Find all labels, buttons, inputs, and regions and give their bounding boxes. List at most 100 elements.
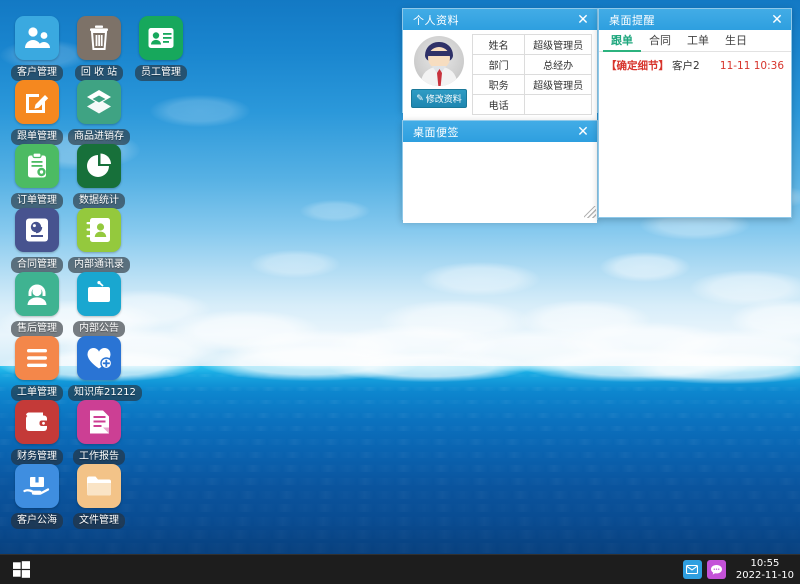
desktop-icon-staff[interactable]: 员工管理	[130, 16, 192, 81]
window-desktop-note[interactable]: 桌面便签 ✕	[402, 120, 598, 220]
chat-bubble-glyph	[710, 564, 723, 576]
desktop-icon-work-report[interactable]: 工作报告	[68, 400, 130, 465]
profile-row-value: 超级管理员	[525, 75, 592, 95]
reminder-item-lead: 【确定细节】	[606, 60, 669, 72]
desktop-icon-after-sales[interactable]: 售后管理	[6, 272, 68, 337]
desktop-icon-inventory[interactable]: 商品进销存	[68, 80, 130, 145]
desktop-icon-work-order[interactable]: 工单管理	[6, 336, 68, 401]
profile-window-title: 个人资料	[413, 12, 575, 28]
customers-icon	[15, 16, 59, 60]
profile-row: 姓名超级管理员	[473, 35, 592, 55]
inventory-icon	[77, 80, 121, 124]
start-button[interactable]	[0, 555, 42, 584]
desktop-icon-label: 文件管理	[73, 513, 125, 529]
avatar	[414, 36, 464, 86]
file-manager-icon	[77, 464, 121, 508]
envelope-glyph	[686, 565, 698, 574]
desktop-icon-label: 客户公海	[11, 513, 63, 529]
note-textarea[interactable]	[403, 142, 597, 219]
note-body	[403, 142, 597, 223]
profile-info-table: 姓名超级管理员部门总经办职务超级管理员电话	[472, 34, 592, 115]
reminder-tab[interactable]: 工单	[679, 30, 717, 52]
desktop-icon-customer-pool[interactable]: 客户公海	[6, 464, 68, 529]
desktop-icon-label: 客户管理	[11, 65, 63, 81]
work-report-icon	[77, 400, 121, 444]
reminder-tab[interactable]: 跟单	[603, 30, 641, 52]
profile-avatar-column: ✎ 修改资料	[408, 34, 470, 115]
profile-close-icon[interactable]: ✕	[575, 12, 591, 28]
staff-icon	[139, 16, 183, 60]
desktop: 客户管理回 收 站员工管理跟单管理商品进销存订单管理数据统计合同管理内部通讯录售…	[0, 0, 800, 584]
desktop-icon-announcement[interactable]: 内部公告	[68, 272, 130, 337]
profile-row-key: 姓名	[473, 35, 525, 55]
desktop-icon-label: 工单管理	[11, 385, 63, 401]
reminder-window-title: 桌面提醒	[609, 12, 769, 28]
desktop-icon-label: 售后管理	[11, 321, 63, 337]
work-order-icon	[15, 336, 59, 380]
announcement-icon	[77, 272, 121, 316]
windows-logo-icon	[13, 561, 30, 578]
customer-pool-icon	[15, 464, 59, 508]
profile-row-key: 部门	[473, 55, 525, 75]
desktop-icon-label: 订单管理	[11, 193, 63, 209]
recycle-bin-icon	[77, 16, 121, 60]
profile-row-value	[525, 95, 592, 115]
pencil-icon: ✎	[416, 94, 424, 104]
profile-row-value: 超级管理员	[525, 35, 592, 55]
desktop-icon-label: 跟单管理	[11, 129, 63, 145]
taskbar: 10:55 2022-11-10	[0, 554, 800, 584]
note-resize-handle[interactable]	[584, 206, 596, 218]
profile-row-value: 总经办	[525, 55, 592, 75]
reminder-title-bar[interactable]: 桌面提醒 ✕	[599, 9, 791, 30]
desktop-icon-label: 员工管理	[135, 65, 187, 81]
reminder-close-icon[interactable]: ✕	[769, 12, 785, 28]
address-book-icon	[77, 208, 121, 252]
desktop-icon-label: 知识库21212	[68, 385, 142, 401]
mail-icon[interactable]	[683, 560, 702, 579]
profile-body: ✎ 修改资料 姓名超级管理员部门总经办职务超级管理员电话	[403, 30, 597, 120]
profile-row: 部门总经办	[473, 55, 592, 75]
reminder-tab[interactable]: 合同	[641, 30, 679, 52]
window-personal-profile[interactable]: 个人资料 ✕ ✎ 修改资料	[402, 8, 598, 113]
finance-icon	[15, 400, 59, 444]
desktop-icon-label: 合同管理	[11, 257, 63, 273]
profile-title-bar[interactable]: 个人资料 ✕	[403, 9, 597, 30]
order-follow-icon	[15, 80, 59, 124]
desktop-icon-knowledge-base[interactable]: 知识库21212	[68, 336, 130, 401]
desktop-icon-address-book[interactable]: 内部通讯录	[68, 208, 130, 273]
reminder-list: 【确定细节】客户211-11 10:36	[599, 52, 791, 76]
desktop-icon-order-follow[interactable]: 跟单管理	[6, 80, 68, 145]
note-title-bar[interactable]: 桌面便签 ✕	[403, 121, 597, 142]
profile-row: 电话	[473, 95, 592, 115]
reminder-tabs: 跟单合同工单生日	[599, 30, 791, 52]
desktop-icon-contract[interactable]: 合同管理	[6, 208, 68, 273]
reminder-tab[interactable]: 生日	[717, 30, 755, 52]
reminder-item[interactable]: 【确定细节】客户211-11 10:36	[599, 55, 791, 76]
profile-row-key: 职务	[473, 75, 525, 95]
edit-profile-button[interactable]: ✎ 修改资料	[411, 89, 467, 108]
reminder-body: 跟单合同工单生日 【确定细节】客户211-11 10:36	[599, 30, 791, 76]
reminder-item-time: 11-11 10:36	[720, 60, 784, 72]
desktop-icon-recycle-bin[interactable]: 回 收 站	[68, 16, 130, 81]
desktop-icon-finance[interactable]: 财务管理	[6, 400, 68, 465]
clock-date: 2022-11-10	[736, 570, 794, 582]
chat-icon[interactable]	[707, 560, 726, 579]
desktop-icon-label: 数据统计	[73, 193, 125, 209]
desktop-icon-label: 内部通讯录	[68, 257, 130, 273]
desktop-icon-label: 商品进销存	[68, 129, 130, 145]
window-desktop-reminder[interactable]: 桌面提醒 ✕ 跟单合同工单生日 【确定细节】客户211-11 10:36	[598, 8, 792, 218]
taskbar-clock[interactable]: 10:55 2022-11-10	[731, 558, 794, 582]
desktop-icon-file-manager[interactable]: 文件管理	[68, 464, 130, 529]
edit-profile-label: 修改资料	[426, 92, 462, 105]
note-close-icon[interactable]: ✕	[575, 124, 591, 140]
orders-icon	[15, 144, 59, 188]
desktop-icon-label: 内部公告	[73, 321, 125, 337]
desktop-icon-customers[interactable]: 客户管理	[6, 16, 68, 81]
profile-row-key: 电话	[473, 95, 525, 115]
desktop-icon-label: 工作报告	[73, 449, 125, 465]
desktop-icon-statistics[interactable]: 数据统计	[68, 144, 130, 209]
desktop-icon-orders[interactable]: 订单管理	[6, 144, 68, 209]
statistics-icon	[77, 144, 121, 188]
profile-row: 职务超级管理员	[473, 75, 592, 95]
system-tray: 10:55 2022-11-10	[683, 558, 800, 582]
